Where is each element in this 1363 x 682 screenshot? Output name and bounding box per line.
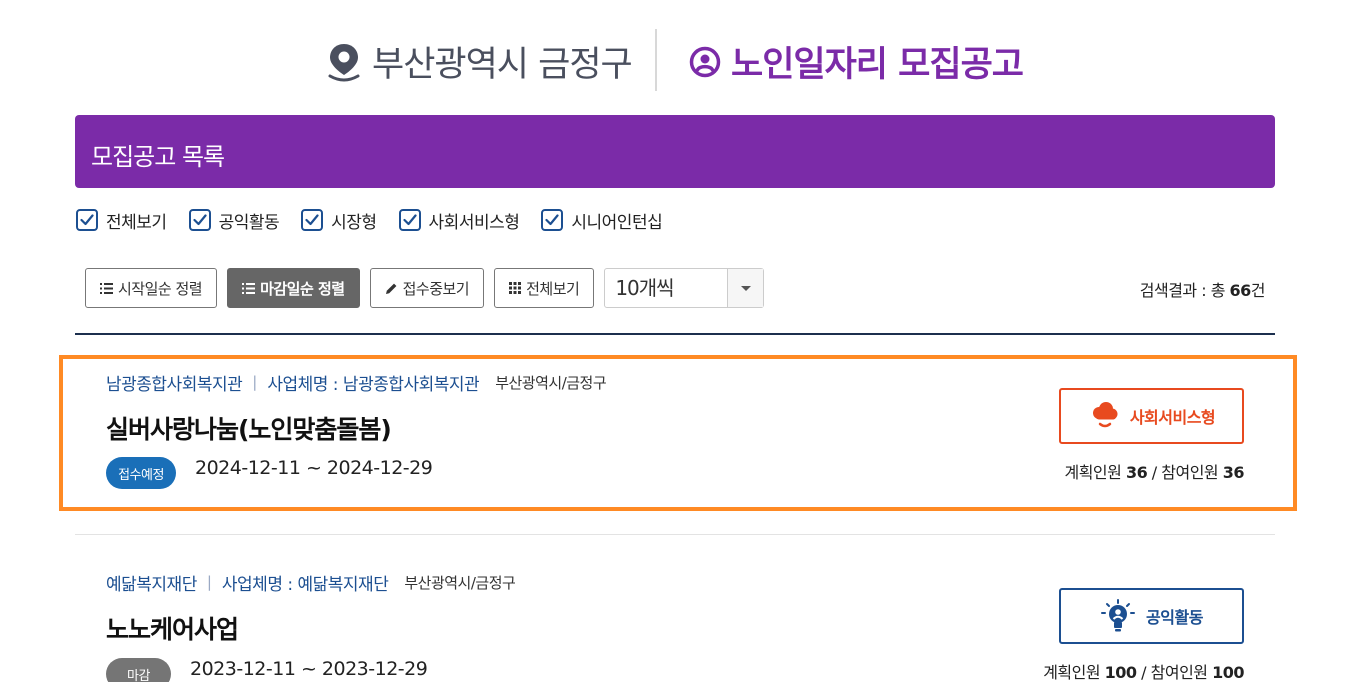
checkbox[interactable] (398, 209, 421, 231)
posting-period: 2024-12-11 ~ 2024-12-29 (195, 457, 433, 479)
type-badge-social-service: 사회서비스형 (1059, 388, 1244, 444)
filter-senior-intern[interactable]: 시니어인턴십 (541, 208, 663, 233)
check-icon (545, 214, 559, 226)
filter-label: 사회서비스형 (428, 212, 520, 233)
cloud-heart-icon (1088, 401, 1120, 431)
planned-label: 계획인원 (1064, 463, 1126, 482)
filter-label: 공익활동 (218, 212, 280, 233)
posting-counts: 계획인원 36 / 참여인원 36 (1064, 459, 1244, 483)
list-icon (242, 282, 256, 294)
filter-all[interactable]: 전체보기 (76, 208, 167, 233)
pencil-icon (385, 282, 398, 295)
per-page-value: 10개씩 (615, 276, 674, 300)
sort-start-label: 시작일순 정렬 (118, 279, 203, 298)
sort-end-label: 마감일순 정렬 (260, 279, 345, 298)
posting-item[interactable]: 예닮복지재단 | 사업체명 : 예닮복지재단 부산광역시/금정구 노노케어사업 … (106, 570, 1246, 682)
posting-counts: 계획인원 100 / 참여인원 100 (1043, 659, 1244, 682)
checkbox[interactable] (188, 209, 211, 231)
filter-label: 시장형 (331, 212, 377, 233)
dropdown-button[interactable] (727, 269, 764, 307)
planned-count: 36 (1125, 463, 1148, 482)
posting-region: 부산광역시/금정구 (404, 573, 516, 592)
type-label: 사회서비스형 (1129, 408, 1216, 427)
checkbox[interactable] (76, 209, 98, 231)
check-icon (80, 214, 94, 226)
filter-social-service[interactable]: 사회서비스형 (398, 208, 520, 233)
caret-down-icon (740, 285, 751, 291)
check-icon (305, 214, 319, 226)
header-divider (655, 29, 657, 91)
list-header-title: 모집공고 목록 (91, 143, 225, 171)
view-receiving-label: 접수중보기 (402, 279, 470, 298)
org-name: 예닮복지재단 (106, 574, 197, 595)
list-toolbar: 시작일순 정렬 마감일순 정렬 접수중보기 전체보기 10개씩 (85, 268, 765, 308)
planned-count: 100 (1104, 663, 1137, 682)
participants-label: / 참여인원 (1136, 663, 1213, 682)
page-title-text: 노인일자리 모집공고 (731, 45, 1024, 85)
participants-label: / 참여인원 (1147, 463, 1223, 482)
result-prefix: 검색결과 : 총 (1139, 281, 1230, 300)
posting-region: 부산광역시/금정구 (495, 373, 607, 392)
check-icon (192, 214, 207, 226)
posting-divider (75, 534, 1275, 535)
business-name: 사업체명 : 남광종합사회복지관 (267, 374, 480, 395)
participants-count: 100 (1212, 663, 1244, 682)
filter-label: 전체보기 (106, 212, 167, 233)
checkbox[interactable] (301, 209, 324, 231)
posting-meta: 예닮복지재단 | 사업체명 : 예닮복지재단 부산광역시/금정구 (106, 570, 516, 595)
meta-separator: | (206, 573, 212, 591)
posting-meta: 남광종합사회복지관 | 사업체명 : 남광종합사회복지관 부산광역시/금정구 (106, 370, 607, 395)
type-badge-public-activity: 공익활동 (1059, 588, 1244, 644)
region-label: 부산광역시 금정구 (326, 36, 633, 87)
grid-icon (509, 282, 522, 294)
filter-label: 시니어인턴십 (571, 212, 663, 233)
page-title: 노인일자리 모집공고 (689, 36, 1024, 87)
meta-separator: | (252, 373, 258, 391)
org-name: 남광종합사회복지관 (106, 374, 243, 395)
location-pin-icon (326, 42, 362, 82)
posting-item[interactable]: 남광종합사회복지관 | 사업체명 : 남광종합사회복지관 부산광역시/금정구 실… (106, 370, 1246, 500)
filter-market[interactable]: 시장형 (301, 208, 377, 233)
list-top-divider (75, 333, 1275, 335)
posting-period: 2023-12-11 ~ 2023-12-29 (190, 658, 428, 680)
result-count: 66 (1229, 281, 1252, 300)
sort-end-button[interactable]: 마감일순 정렬 (227, 268, 360, 308)
participants-count: 36 (1222, 463, 1245, 482)
checkbox[interactable] (541, 209, 564, 231)
business-name: 사업체명 : 예닮복지재단 (221, 574, 389, 595)
filter-public-activity[interactable]: 공익활동 (188, 208, 280, 233)
posting-title[interactable]: 노노케어사업 (106, 610, 239, 646)
page-header: 부산광역시 금정구 노인일자리 모집공고 (0, 26, 1363, 92)
status-badge: 접수예정 (106, 457, 176, 489)
per-page-select[interactable]: 10개씩 (604, 268, 765, 308)
lightbulb-person-icon (1100, 599, 1136, 633)
posting-title[interactable]: 실버사랑나눔(노인맞춤돌봄) (106, 410, 392, 446)
view-all-button[interactable]: 전체보기 (494, 268, 595, 308)
type-label: 공익활동 (1146, 608, 1203, 627)
view-receiving-button[interactable]: 접수중보기 (369, 268, 485, 308)
type-filter-group: 전체보기 공익활동 시장형 사회서비스형 시니어인턴십 (76, 207, 684, 233)
check-icon (402, 214, 417, 226)
view-all-label: 전체보기 (526, 279, 580, 298)
sort-start-button[interactable]: 시작일순 정렬 (85, 268, 218, 308)
status-badge: 마감 (106, 658, 171, 682)
list-header-bar: 모집공고 목록 (75, 115, 1275, 188)
person-circle-icon (689, 46, 721, 78)
planned-label: 계획인원 (1043, 663, 1105, 682)
region-text: 부산광역시 금정구 (372, 45, 633, 85)
result-suffix: 건 (1250, 281, 1266, 300)
list-icon (100, 282, 113, 294)
search-result-count: 검색결과 : 총 66건 (1139, 277, 1266, 301)
